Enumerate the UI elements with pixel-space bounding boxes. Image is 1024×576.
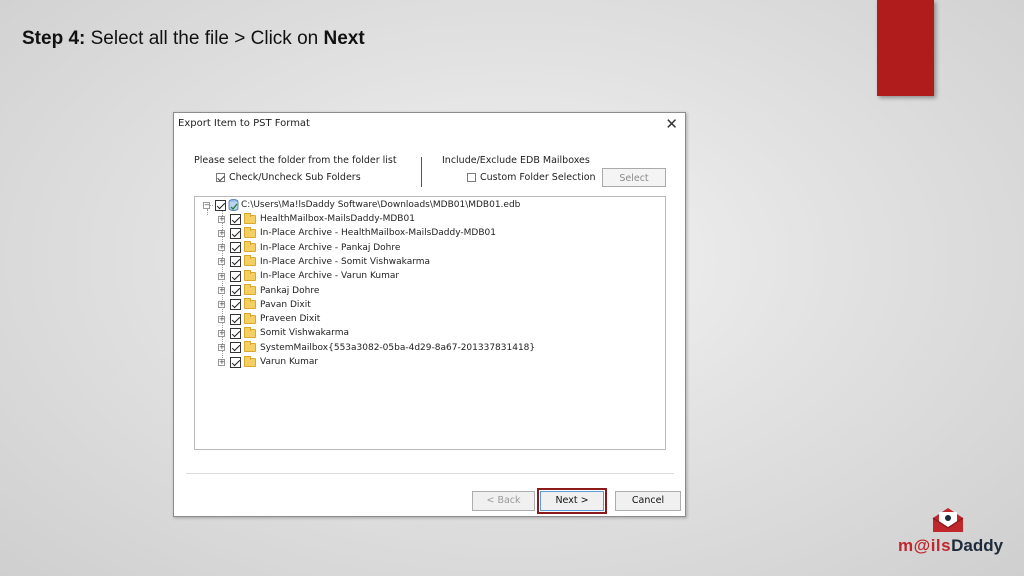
expand-icon[interactable]: + (218, 258, 225, 266)
folder-icon (244, 312, 256, 324)
tree-item-label: In-Place Archive - Somit Vishwakarma (260, 256, 431, 267)
folder-tree[interactable]: − C:\Users\Ma!lsDaddy Software\Downloads… (194, 196, 666, 450)
dialog-title: Export Item to PST Format (178, 118, 310, 129)
folder-icon (244, 255, 256, 267)
expand-icon[interactable]: + (218, 344, 225, 352)
folder-icon (244, 241, 256, 253)
tree-item-label: In-Place Archive - Varun Kumar (260, 271, 400, 282)
instruction-text: Select all the file > Click on (85, 28, 324, 49)
slide-title: Step 4: Select all the file > Click on N… (22, 28, 365, 50)
tree-item-row[interactable]: + Praveen Dixit (218, 312, 320, 326)
tree-item-row[interactable]: + In-Place Archive - Varun Kumar (218, 269, 399, 283)
brand-prefix: m@ils (898, 536, 952, 555)
custom-folder-label: Custom Folder Selection (480, 172, 596, 183)
tree-item-label: In-Place Archive - Pankaj Dohre (260, 242, 401, 253)
expand-icon[interactable]: + (218, 301, 225, 309)
tree-item-label: Pankaj Dohre (260, 285, 320, 296)
folder-icon (244, 269, 256, 281)
expand-icon[interactable]: + (218, 229, 225, 237)
expand-icon[interactable]: + (218, 358, 225, 366)
tree-item-row[interactable]: + Pankaj Dohre (218, 284, 319, 298)
database-icon (228, 199, 239, 211)
folder-icon (244, 326, 256, 338)
folder-icon (244, 284, 256, 295)
tree-root-checkbox[interactable] (215, 199, 226, 211)
tree-item-label: SystemMailbox{553a3082-05ba-4d29-8a67-20… (260, 342, 536, 353)
section-divider (421, 157, 422, 187)
expand-icon[interactable]: + (218, 215, 225, 223)
custom-folder-checkbox[interactable] (467, 173, 476, 182)
tree-item-label: In-Place Archive - HealthMailbox-MailsDa… (260, 228, 496, 239)
cancel-button[interactable]: Cancel (615, 491, 681, 511)
expand-icon[interactable]: + (218, 329, 225, 337)
tree-item-row[interactable]: + Varun Kumar (218, 355, 318, 369)
tree-item-row[interactable]: + In-Place Archive - HealthMailbox-MailsD… (218, 226, 496, 240)
tree-item-label: Pavan Dixit (260, 299, 311, 310)
check-sub-folders-label: Check/Uncheck Sub Folders (229, 172, 361, 183)
folder-icon (244, 355, 256, 367)
tree-item-row[interactable]: + SystemMailbox{553a3082-05ba-4d29-8a67-2… (218, 341, 535, 355)
tree-item-checkbox[interactable] (230, 299, 241, 311)
tree-item-row[interactable]: + Pavan Dixit (218, 298, 311, 312)
brand-suffix: Daddy (951, 536, 1004, 555)
step-label: Step 4: (22, 28, 86, 49)
tree-item-checkbox[interactable] (230, 327, 241, 339)
footer-separator (186, 473, 674, 474)
tree-item-checkbox[interactable] (230, 256, 241, 268)
folder-icon (244, 226, 256, 238)
tree-item-label: Somit Vishwakarma (260, 328, 349, 339)
folder-prompt-label: Please select the folder from the folder… (194, 155, 397, 166)
export-dialog: Export Item to PST Format ✕ Please selec… (173, 112, 686, 517)
folder-icon (244, 341, 256, 353)
back-button[interactable]: < Back (472, 491, 535, 511)
tree-item-checkbox[interactable] (230, 342, 241, 354)
tree-item-row[interactable]: + In-Place Archive - Pankaj Dohre (218, 241, 400, 255)
tree-item-row[interactable]: + Somit Vishwakarma (218, 326, 349, 340)
tree-item-label: Varun Kumar (260, 357, 319, 367)
check-sub-folders-checkbox[interactable] (216, 173, 225, 182)
tree-item-checkbox[interactable] (230, 313, 241, 325)
tree-item-row[interactable]: + HealthMailbox-MailsDaddy-MDB01 (218, 212, 415, 226)
red-accent-bar (877, 0, 934, 96)
folder-icon (244, 298, 256, 310)
next-button[interactable]: Next > (537, 488, 607, 514)
tree-item-checkbox[interactable] (230, 242, 241, 254)
select-button[interactable]: Select (602, 168, 666, 187)
tree-item-label: HealthMailbox-MailsDaddy-MDB01 (260, 214, 415, 224)
brand-wordmark: m@ilsDaddy (898, 536, 1003, 556)
tree-line (210, 205, 213, 206)
tree-root-row[interactable]: − C:\Users\Ma!lsDaddy Software\Downloads… (203, 198, 520, 212)
include-exclude-label: Include/Exclude EDB Mailboxes (442, 155, 590, 166)
tree-item-checkbox[interactable] (230, 270, 241, 282)
collapse-icon[interactable]: − (203, 201, 210, 209)
envelope-logo-icon (932, 508, 964, 532)
instruction-bold: Next (323, 28, 365, 49)
close-icon[interactable]: ✕ (665, 115, 678, 133)
expand-icon[interactable]: + (218, 287, 225, 294)
expand-icon[interactable]: + (218, 272, 225, 280)
mailsdaddy-logo: m@ilsDaddy (898, 506, 1003, 558)
folder-icon (244, 212, 256, 224)
tree-item-row[interactable]: + In-Place Archive - Somit Vishwakarma (218, 255, 430, 269)
expand-icon[interactable]: + (218, 315, 225, 323)
tree-item-label: Praveen Dixit (260, 314, 321, 325)
tree-item-checkbox[interactable] (230, 285, 241, 296)
expand-icon[interactable]: + (218, 244, 225, 252)
check-sub-folders-option[interactable]: Check/Uncheck Sub Folders (216, 172, 361, 183)
tree-item-checkbox[interactable] (230, 213, 241, 225)
tree-item-checkbox[interactable] (230, 227, 241, 239)
tree-item-checkbox[interactable] (230, 356, 241, 368)
tree-root-label: C:\Users\Ma!lsDaddy Software\Downloads\M… (241, 200, 521, 210)
custom-folder-option[interactable]: Custom Folder Selection (467, 172, 596, 183)
